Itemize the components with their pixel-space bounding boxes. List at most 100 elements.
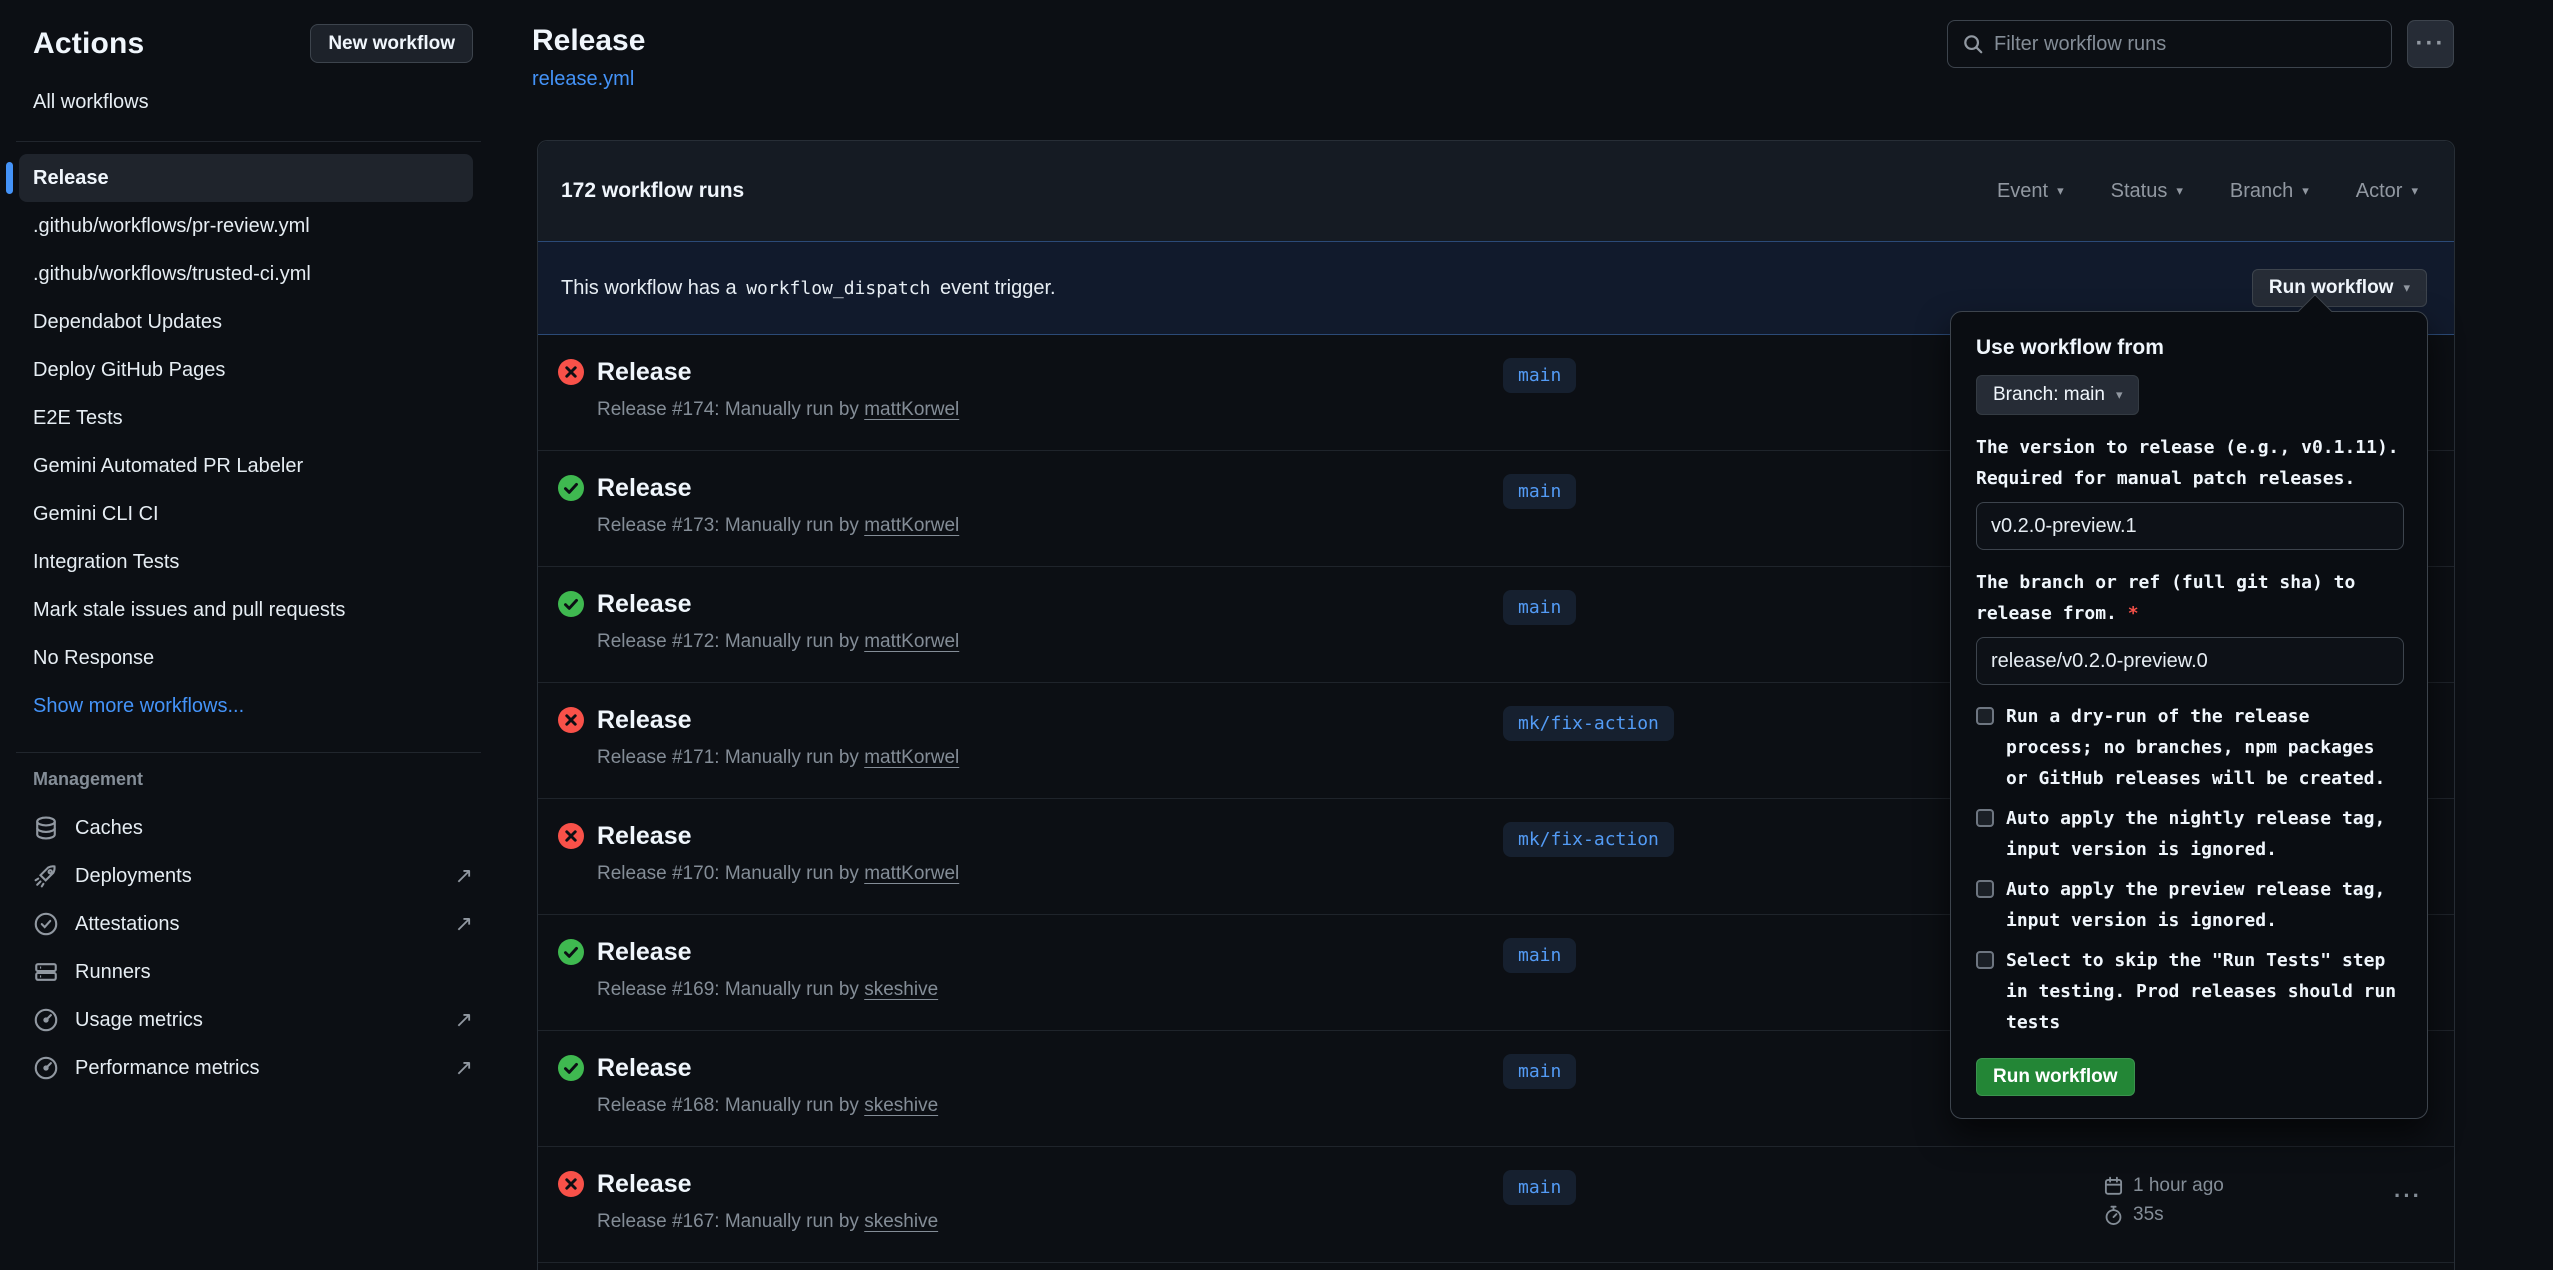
run-title-link[interactable]: Release <box>597 474 692 502</box>
sidebar-item-workflow[interactable]: Gemini CLI CI <box>0 490 497 538</box>
branch-badge[interactable]: mk/fix-action <box>1503 822 1674 857</box>
management-icon <box>33 863 59 889</box>
run-options-kebab-button[interactable]: ··· <box>2394 1183 2422 1262</box>
workflow-label: Deploy GitHub Pages <box>33 359 225 382</box>
banner-prefix: This workflow has a <box>561 277 737 299</box>
run-title-link[interactable]: Release <box>597 822 692 850</box>
sidebar-item-workflow[interactable]: E2E Tests <box>0 394 497 442</box>
run-title-link[interactable]: Release <box>597 358 692 386</box>
management-icon <box>33 911 59 937</box>
branch-badge[interactable]: main <box>1503 1170 1576 1205</box>
filter-dropdown[interactable]: Branch ▾ <box>2230 180 2309 203</box>
show-more-workflows-link[interactable]: Show more workflows... <box>0 682 497 730</box>
version-input[interactable] <box>1976 502 2404 550</box>
run-actor-link[interactable]: mattKorwel <box>864 515 959 536</box>
sidebar-item-workflow[interactable]: Dependabot Updates <box>0 298 497 346</box>
sidebar-item-workflow[interactable]: .github/workflows/trusted-ci.yml <box>0 250 497 298</box>
filter-dropdown[interactable]: Event ▾ <box>1997 180 2064 203</box>
run-actor-link[interactable]: mattKorwel <box>864 863 959 884</box>
run-text: Release Release #170: Manually run by ma… <box>597 821 959 914</box>
sidebar-item-management[interactable]: Performance metrics ↗ <box>0 1044 497 1092</box>
run-actor-link[interactable]: skeshive <box>864 979 938 1000</box>
sidebar-item-workflow[interactable]: No Response <box>0 634 497 682</box>
branch-badge[interactable]: main <box>1503 474 1576 509</box>
run-workflow-submit-button[interactable]: Run workflow <box>1976 1058 2135 1096</box>
filter-workflow-runs-box[interactable] <box>1947 20 2392 68</box>
ref-input[interactable] <box>1976 637 2404 685</box>
workflow-label: E2E Tests <box>33 407 123 430</box>
search-icon <box>1962 33 1984 55</box>
branch-badge[interactable]: main <box>1503 938 1576 973</box>
sidebar-item-workflow[interactable]: Integration Tests <box>0 538 497 586</box>
sidebar-item-workflow[interactable]: Mark stale issues and pull requests <box>0 586 497 634</box>
management-label: Usage metrics <box>75 1009 203 1032</box>
sidebar-item-management[interactable]: Attestations ↗ <box>0 900 497 948</box>
run-title-link[interactable]: Release <box>597 938 692 966</box>
run-description-text: Release #170: Manually run by <box>597 863 859 884</box>
popup-heading: Use workflow from <box>1976 336 2403 360</box>
run-actor-link[interactable]: mattKorwel <box>864 747 959 768</box>
checkbox-row[interactable]: Run a dry-run of the release process; no… <box>1976 701 2403 794</box>
run-main-column: Release Release #174: Manually run by ma… <box>558 357 1503 450</box>
checkbox[interactable] <box>1976 809 1994 827</box>
run-status-icon <box>558 591 584 617</box>
checkbox-row[interactable]: Select to skip the "Run Tests" step in t… <box>1976 945 2403 1038</box>
sidebar-item-workflow[interactable]: Gemini Automated PR Labeler <box>0 442 497 490</box>
run-actor-link[interactable]: skeshive <box>864 1095 938 1116</box>
run-text: Release Release #173: Manually run by ma… <box>597 473 959 566</box>
run-description: Release #171: Manually run by mattKorwel <box>597 747 959 769</box>
sidebar-item-all-workflows[interactable]: All workflows <box>0 85 497 119</box>
run-status-icon <box>558 475 584 501</box>
run-description: Release #173: Manually run by mattKorwel <box>597 515 959 537</box>
checkbox[interactable] <box>1976 880 1994 898</box>
sidebar-item-workflow[interactable]: Deploy GitHub Pages <box>0 346 497 394</box>
branch-badge[interactable]: main <box>1503 1054 1576 1089</box>
run-description: Release #172: Manually run by mattKorwel <box>597 631 959 653</box>
checkbox-row[interactable]: Auto apply the nightly release tag, inpu… <box>1976 803 2403 865</box>
run-main-column: Release Release #171: Manually run by ma… <box>558 705 1503 798</box>
sidebar-item-management[interactable]: Runners ↗ <box>0 948 497 996</box>
filter-dropdown[interactable]: Status ▾ <box>2111 180 2183 203</box>
run-description: Release #169: Manually run by skeshive <box>597 979 938 1001</box>
calendar-icon <box>2103 1176 2124 1197</box>
run-description-text: Release #174: Manually run by <box>597 399 859 420</box>
run-actor-link[interactable]: skeshive <box>864 1211 938 1232</box>
sidebar-item-management[interactable]: Usage metrics ↗ <box>0 996 497 1044</box>
run-description-text: Release #167: Manually run by <box>597 1211 859 1232</box>
run-description-text: Release #169: Manually run by <box>597 979 859 1000</box>
sidebar-item-workflow[interactable]: Release <box>19 154 473 202</box>
runs-card-header: 172 workflow runs Event ▾ Status ▾ Branc… <box>538 141 2454 241</box>
filter-dropdown-label: Event <box>1997 180 2048 203</box>
run-workflow-dropdown-button[interactable]: Run workflow ▾ <box>2252 269 2427 307</box>
checkbox[interactable] <box>1976 707 1994 725</box>
workflow-options-kebab-button[interactable]: ··· <box>2407 20 2454 68</box>
run-title-link[interactable]: Release <box>597 590 692 618</box>
workflow-label: Dependabot Updates <box>33 311 222 334</box>
sidebar-item-management[interactable]: Deployments ↗ <box>0 852 497 900</box>
branch-badge[interactable]: mk/fix-action <box>1503 706 1674 741</box>
run-title-link[interactable]: Release <box>597 1054 692 1082</box>
run-main-column: Release Release #168: Manually run by sk… <box>558 1053 1503 1146</box>
filter-workflow-runs-input[interactable] <box>1994 33 2354 56</box>
run-branch-column: main <box>1503 1169 2083 1262</box>
new-workflow-button[interactable]: New workflow <box>310 24 473 63</box>
workflow-run-row[interactable]: Release Release #167: Manually run by sk… <box>538 1147 2454 1263</box>
runs-filters: Event ▾ Status ▾ Branch ▾ Actor ▾ <box>1997 180 2418 203</box>
branch-selector-button[interactable]: Branch: main ▾ <box>1976 375 2139 415</box>
branch-badge[interactable]: main <box>1503 590 1576 625</box>
workflow-file-link[interactable]: release.yml <box>532 68 634 91</box>
checkbox[interactable] <box>1976 951 1994 969</box>
branch-badge[interactable]: main <box>1503 358 1576 393</box>
run-title-link[interactable]: Release <box>597 706 692 734</box>
sidebar-header: Actions New workflow <box>0 0 497 63</box>
run-actor-link[interactable]: mattKorwel <box>864 399 959 420</box>
sidebar-item-workflow[interactable]: .github/workflows/pr-review.yml <box>0 202 497 250</box>
ref-input-label-text: The branch or ref (full git sha) to rele… <box>1976 572 2355 624</box>
workflow-page-title: Release <box>532 24 645 58</box>
checkbox-label: Select to skip the "Run Tests" step in t… <box>2006 945 2401 1038</box>
run-title-link[interactable]: Release <box>597 1170 692 1198</box>
run-actor-link[interactable]: mattKorwel <box>864 631 959 652</box>
checkbox-row[interactable]: Auto apply the preview release tag, inpu… <box>1976 874 2403 936</box>
filter-dropdown[interactable]: Actor ▾ <box>2356 180 2418 203</box>
sidebar-item-management[interactable]: Caches ↗ <box>0 804 497 852</box>
